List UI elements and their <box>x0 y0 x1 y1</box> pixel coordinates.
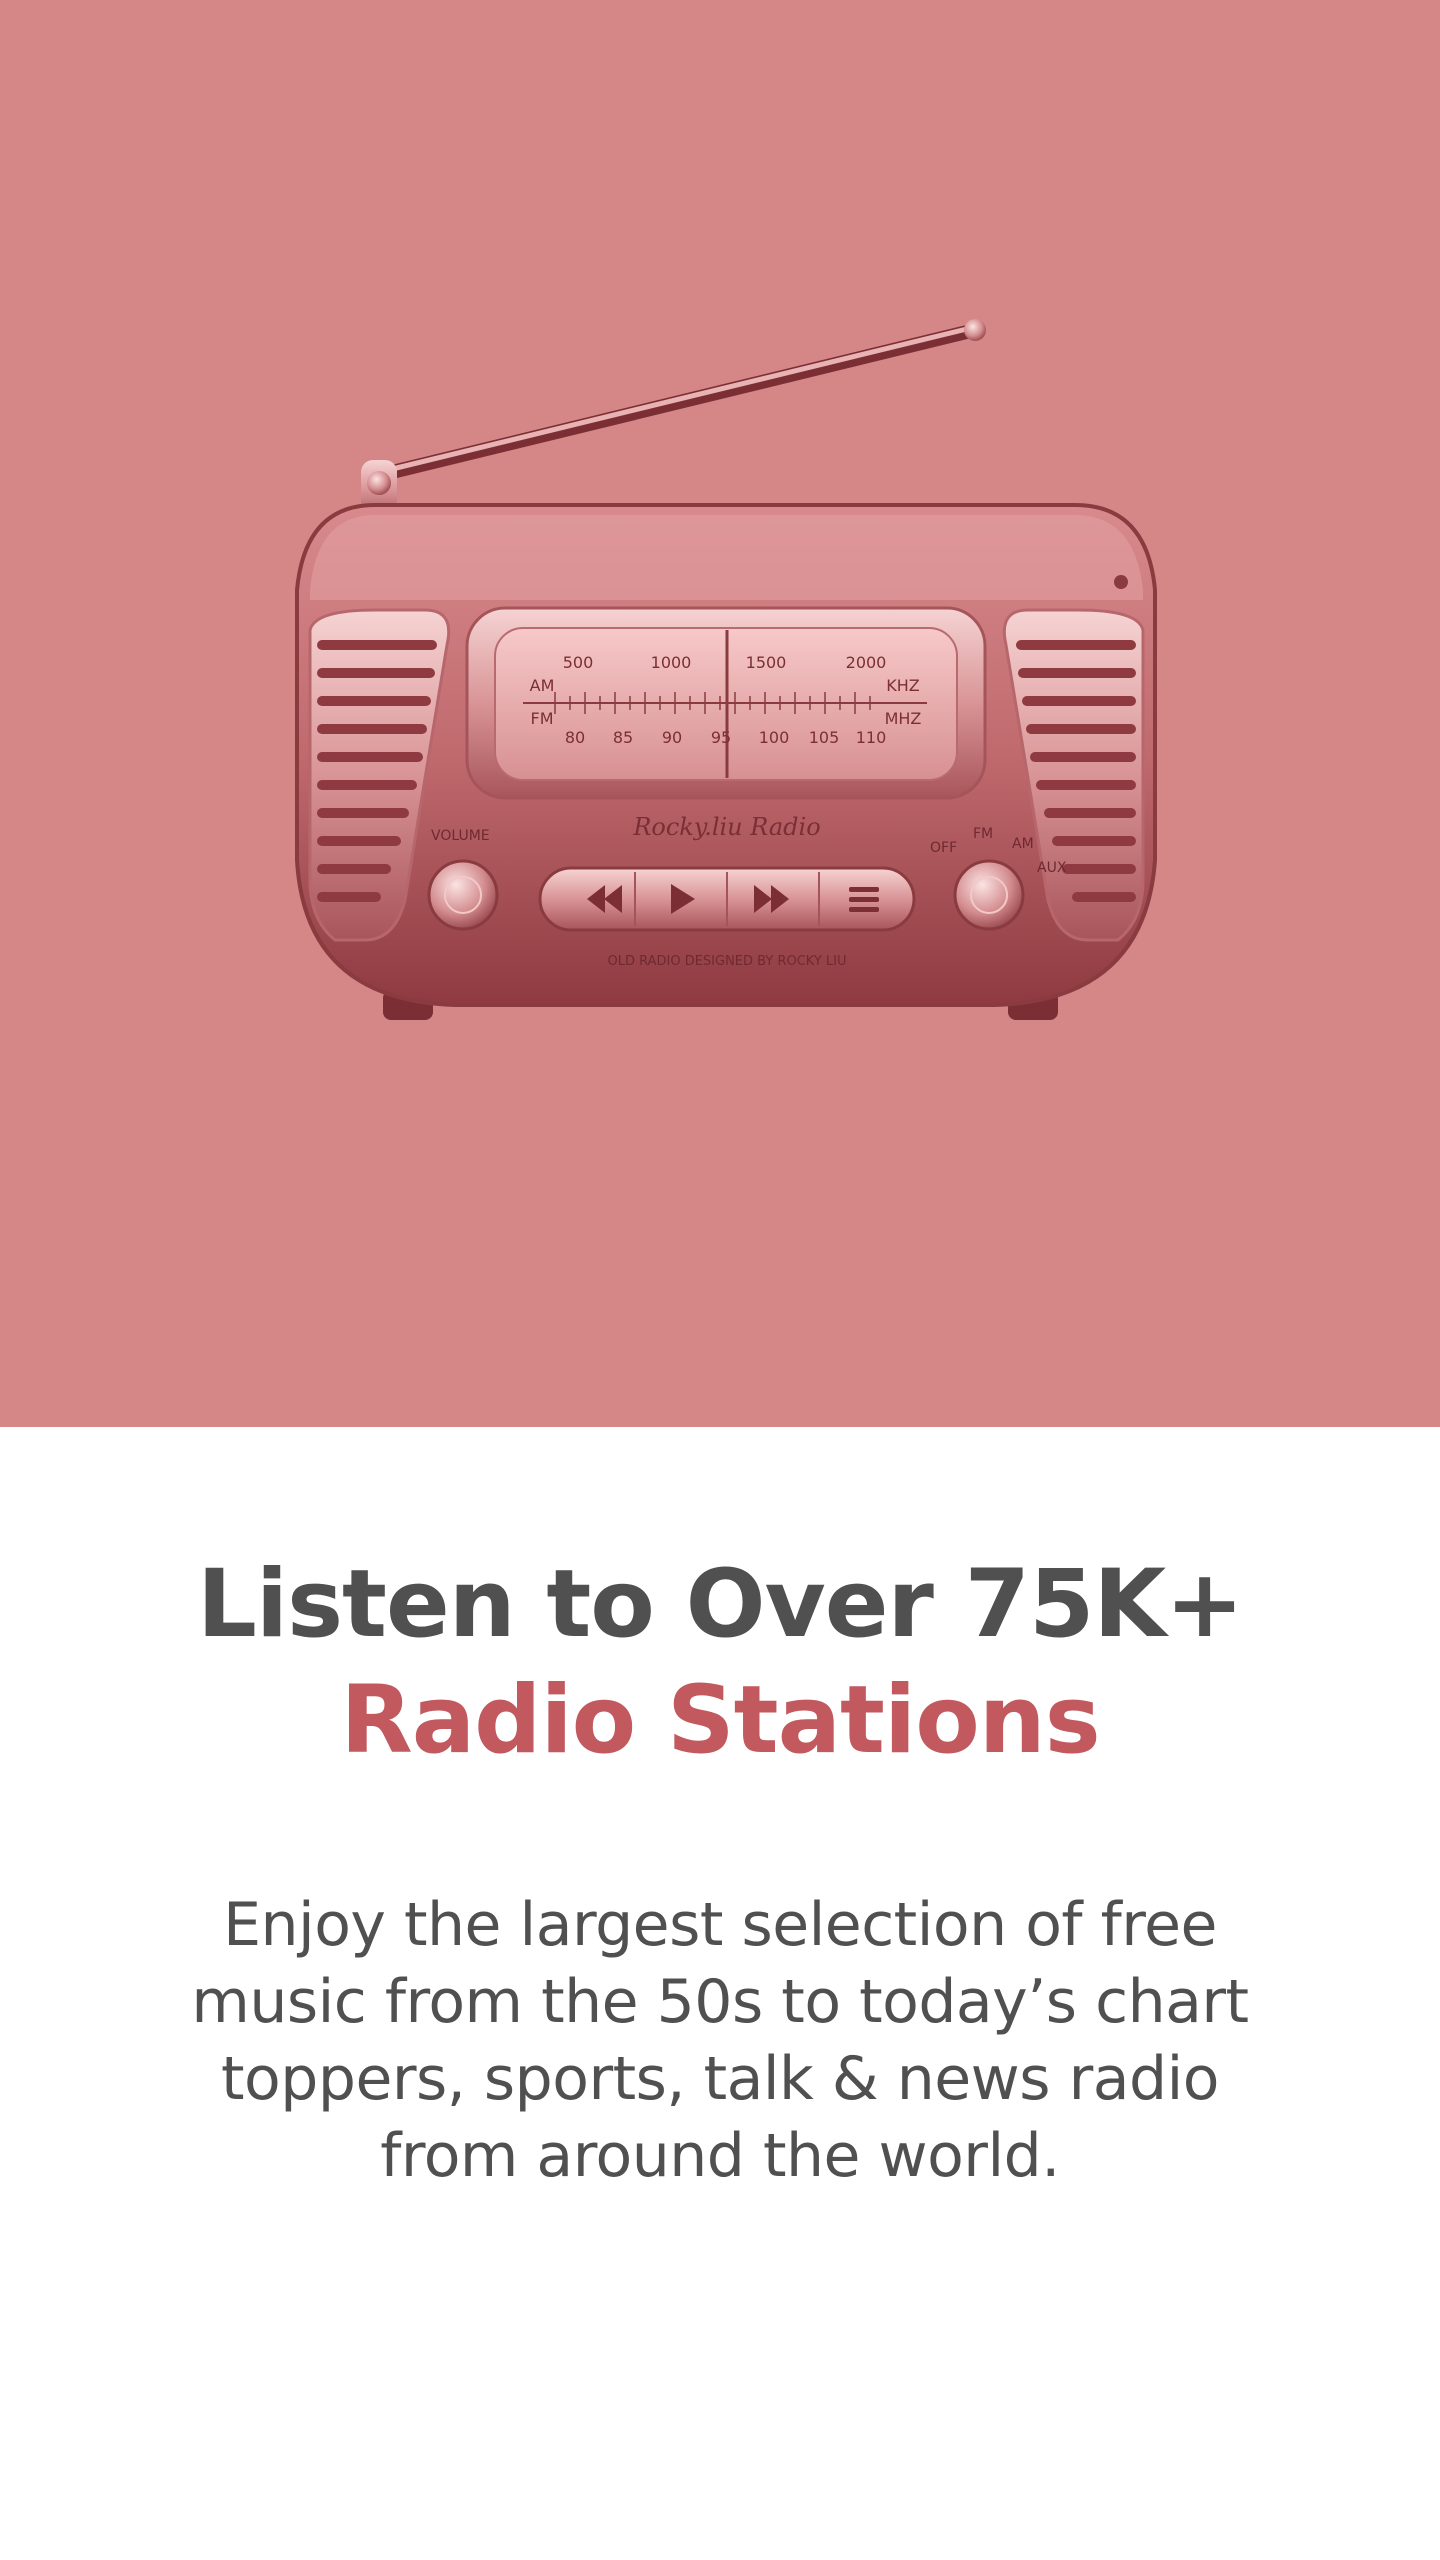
dial-label: 500 <box>563 653 594 672</box>
dial-label: 105 <box>809 728 840 747</box>
mode-off-label: OFF <box>930 840 957 856</box>
radio-illustration: 500 1000 1500 2000 AM FM KHZ MHZ 80 85 9… <box>255 300 1195 1040</box>
control-bar <box>538 866 916 932</box>
title-line-1: Listen to Over 75K+ <box>196 1550 1244 1659</box>
volume-label: VOLUME <box>431 828 490 844</box>
radio-brand: Rocky.liu Radio <box>632 813 820 841</box>
dial-label: 2000 <box>846 653 887 672</box>
page-title: Listen to Over 75K+ Radio Stations <box>0 1547 1440 1779</box>
mode-knob <box>953 859 1025 931</box>
onboarding-content: Listen to Over 75K+ Radio Stations Enjoy… <box>0 1427 1440 2560</box>
dial-label: 100 <box>759 728 790 747</box>
dial-label: 85 <box>613 728 633 747</box>
dial-label: 1000 <box>651 653 692 672</box>
mode-aux-label: AUX <box>1037 860 1067 876</box>
dial-label: 110 <box>856 728 887 747</box>
dial-label: 90 <box>662 728 682 747</box>
band-label: FM <box>530 709 553 728</box>
hero-banner: 500 1000 1500 2000 AM FM KHZ MHZ 80 85 9… <box>0 0 1440 1427</box>
unit-label: KHZ <box>886 676 920 695</box>
tuning-dial: 500 1000 1500 2000 AM FM KHZ MHZ 80 85 9… <box>465 606 987 800</box>
mode-fm-label: FM <box>973 826 993 842</box>
radio-image: 500 1000 1500 2000 AM FM KHZ MHZ 80 85 9… <box>295 319 1157 1020</box>
title-line-2: Radio Stations <box>340 1666 1100 1775</box>
description-text: Enjoy the largest selection of free musi… <box>191 1890 1249 2191</box>
unit-label: MHZ <box>885 709 922 728</box>
radio-credit: OLD RADIO DESIGNED BY ROCKY LIU <box>607 954 846 969</box>
dial-label: 1500 <box>746 653 787 672</box>
mode-am-label: AM <box>1012 836 1034 852</box>
dial-label: 80 <box>565 728 585 747</box>
dial-label: 95 <box>711 728 731 747</box>
menu-icon <box>849 887 879 912</box>
volume-knob <box>427 859 499 931</box>
antenna <box>361 319 986 520</box>
band-label: AM <box>530 676 555 695</box>
